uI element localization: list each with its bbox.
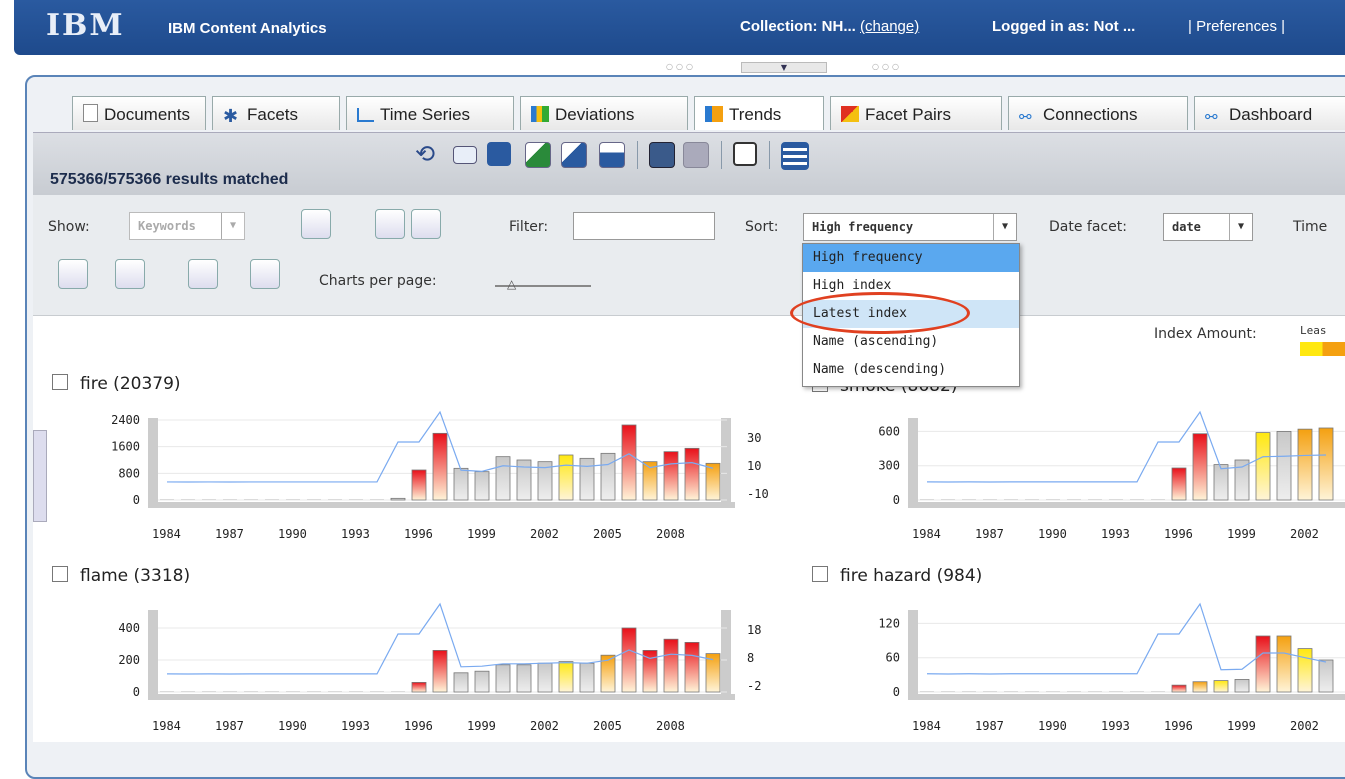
save-icon[interactable] bbox=[487, 142, 511, 166]
chart-flame-header: flame (3318) bbox=[52, 566, 190, 586]
filter-input[interactable] bbox=[573, 212, 715, 240]
logged-in-label: Logged in as: Not ... bbox=[992, 18, 1136, 35]
legend-least-label: Leas bbox=[1300, 324, 1327, 337]
toolbar-separator bbox=[721, 141, 722, 169]
deviations-icon bbox=[531, 106, 549, 122]
sort-option-high-frequency[interactable]: High frequency bbox=[803, 244, 1019, 272]
results-toolbar: 575366/575366 results matched ⟲ bbox=[33, 132, 1345, 195]
tab-time-series[interactable]: Time Series bbox=[346, 96, 514, 130]
slider-thumb[interactable]: △ bbox=[507, 277, 516, 291]
date-facet-select[interactable]: date ▼ bbox=[1163, 213, 1253, 241]
tab-deviations[interactable]: Deviations bbox=[520, 96, 688, 130]
edit-document-icon[interactable] bbox=[525, 142, 551, 168]
bar-chart-icon[interactable] bbox=[188, 259, 218, 289]
ibm-logo: IBM bbox=[46, 8, 125, 43]
chart-fire-header: fire (20379) bbox=[52, 374, 181, 394]
previous-icon[interactable] bbox=[649, 142, 675, 168]
query-text-icon[interactable] bbox=[453, 146, 477, 164]
chevron-down-icon: ▼ bbox=[993, 214, 1016, 240]
export-icon[interactable] bbox=[58, 259, 88, 289]
time-series-icon bbox=[357, 108, 374, 122]
tab-label: Facet Pairs bbox=[865, 105, 951, 124]
tab-trends[interactable]: Trends bbox=[694, 96, 824, 130]
chevron-down-icon: ▼ bbox=[221, 213, 244, 239]
chart-checkbox[interactable] bbox=[812, 566, 828, 582]
dashboard-icon: ⚯ bbox=[1205, 109, 1218, 126]
document-icon bbox=[83, 104, 98, 122]
chart-checkbox[interactable] bbox=[52, 374, 68, 390]
refresh-icon[interactable]: ⟲ bbox=[415, 142, 439, 166]
tab-connections[interactable]: ⚯ Connections bbox=[1008, 96, 1188, 130]
tab-label: Deviations bbox=[555, 105, 635, 124]
sort-option-name-descending[interactable]: Name (descending) bbox=[803, 356, 1019, 384]
toolbar-separator bbox=[637, 141, 638, 169]
splitter-dots-left: ○○○ bbox=[666, 62, 696, 71]
splitter-dots-right: ○○○ bbox=[872, 62, 902, 71]
chart-checkbox[interactable] bbox=[52, 566, 68, 582]
sort-label: Sort: bbox=[745, 219, 779, 235]
new-window-icon[interactable] bbox=[733, 142, 757, 166]
chart-title: fire (20379) bbox=[80, 374, 181, 394]
chart-title: flame (3318) bbox=[80, 566, 191, 586]
collection-name: Collection: NH... bbox=[740, 18, 856, 35]
chart-export-icon[interactable] bbox=[599, 142, 625, 168]
date-facet-label: Date facet: bbox=[1049, 219, 1127, 235]
tab-label: Trends bbox=[729, 105, 782, 124]
index-legend-swatch bbox=[1300, 342, 1345, 356]
sort-select[interactable]: High frequency ▼ bbox=[803, 213, 1017, 241]
tab-dashboard[interactable]: ⚯ Dashboard bbox=[1194, 96, 1345, 130]
tab-label: Dashboard bbox=[1229, 105, 1313, 124]
collapse-left-icon[interactable] bbox=[375, 209, 405, 239]
header-bar: IBM IBM Content Analytics Collection: NH… bbox=[14, 0, 1345, 55]
tab-label: Time Series bbox=[380, 105, 471, 124]
highlight-circle bbox=[790, 292, 970, 334]
show-select-value: Keywords bbox=[138, 219, 196, 233]
tab-facets[interactable]: ✱ Facets bbox=[212, 96, 340, 130]
preferences-link[interactable]: | Preferences | bbox=[1188, 18, 1285, 35]
chart-title: fire hazard (984) bbox=[840, 566, 983, 586]
show-select[interactable]: Keywords ▼ bbox=[129, 212, 245, 240]
show-label: Show: bbox=[48, 219, 90, 235]
options-panel: Show: Keywords ▼ Filter: Sort: High frequ… bbox=[33, 195, 1345, 316]
change-collection-link[interactable]: (change) bbox=[860, 18, 919, 35]
chevron-down-icon: ▼ bbox=[1229, 214, 1252, 240]
sort-select-value: High frequency bbox=[812, 220, 914, 234]
list-view-icon[interactable] bbox=[781, 142, 809, 170]
trends-icon bbox=[705, 106, 723, 122]
chart-pencil-icon[interactable] bbox=[561, 142, 587, 168]
collection-label: Collection: NH... (change) bbox=[740, 18, 919, 35]
filter-label: Filter: bbox=[509, 219, 549, 235]
next-icon[interactable] bbox=[683, 142, 709, 168]
facet-pairs-icon bbox=[841, 106, 859, 122]
tab-label: Facets bbox=[247, 105, 299, 124]
date-facet-value: date bbox=[1172, 220, 1201, 234]
toolbar-separator bbox=[769, 141, 770, 169]
expand-right-icon[interactable] bbox=[411, 209, 441, 239]
app-title: IBM Content Analytics bbox=[168, 20, 327, 37]
results-count: 575366/575366 results matched bbox=[50, 171, 289, 188]
collapse-handle[interactable]: ▼ bbox=[741, 62, 827, 73]
time-label: Time bbox=[1293, 219, 1328, 235]
side-panel-handle[interactable] bbox=[33, 430, 47, 522]
import-icon[interactable] bbox=[115, 259, 145, 289]
tab-label: Connections bbox=[1043, 105, 1138, 124]
search-keywords-icon[interactable] bbox=[301, 209, 331, 239]
line-chart-icon[interactable] bbox=[250, 259, 280, 289]
charts-per-page-label: Charts per page: bbox=[319, 273, 437, 289]
tab-label: Documents bbox=[104, 105, 190, 124]
index-amount-label: Index Amount: bbox=[1154, 326, 1257, 342]
connections-icon: ⚯ bbox=[1019, 109, 1032, 126]
tab-facet-pairs[interactable]: Facet Pairs bbox=[830, 96, 1002, 130]
tab-documents[interactable]: Documents bbox=[72, 96, 206, 130]
facets-icon: ✱ bbox=[223, 106, 239, 126]
chart-fire-hazard-header: fire hazard (984) bbox=[812, 566, 982, 586]
charts-area bbox=[33, 316, 1345, 742]
